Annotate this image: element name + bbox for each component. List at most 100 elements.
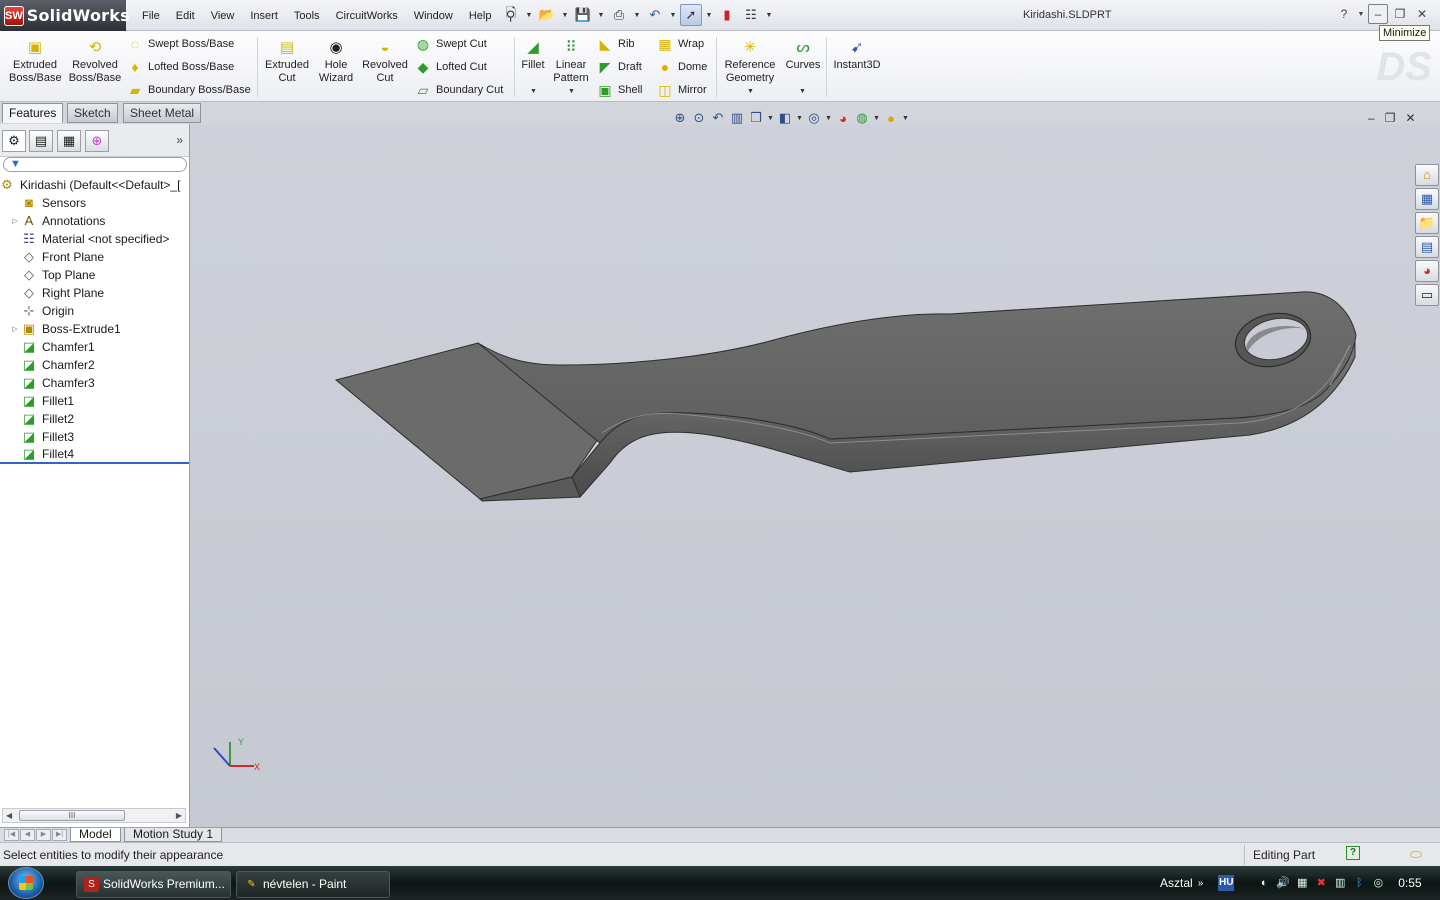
save-dropdown-icon[interactable]: ▼ (596, 4, 606, 26)
tree-item[interactable]: ◇ Top Plane (0, 266, 189, 284)
open-folder-icon[interactable]: 📂 (536, 4, 558, 26)
apply-scene-icon[interactable]: ◍ (854, 108, 870, 128)
swept-cut-button[interactable]: ◍ Swept Cut (414, 34, 487, 54)
tree-expand-icon[interactable]: ▷ (10, 325, 20, 333)
tree-filter-input[interactable]: ▼ (3, 157, 187, 172)
desktop-toolbar-label[interactable]: Asztal (1160, 876, 1193, 890)
menu-window[interactable]: Window (406, 5, 461, 27)
fillet-button[interactable]: ◢ Fillet (518, 39, 548, 72)
tree-item[interactable]: ◪ Fillet1 (0, 392, 189, 410)
tree-item[interactable]: ◪ Chamfer2 (0, 356, 189, 374)
extruded-boss-button[interactable]: ▣ Extruded Boss/Base (9, 39, 62, 85)
solidworks-logo[interactable]: SW SolidWorks (0, 0, 130, 31)
close-button[interactable]: ✕ (1412, 4, 1432, 24)
tree-item[interactable]: ▷ ▣ Boss-Extrude1 (0, 320, 189, 338)
tree-item[interactable]: ◇ Right Plane (0, 284, 189, 302)
zoom-to-fit-icon[interactable]: ⊕ (672, 108, 688, 128)
file-explorer-icon[interactable]: 📁 (1415, 212, 1439, 234)
options-dropdown-icon[interactable]: ▼ (764, 4, 774, 26)
linear-pattern-button[interactable]: ⠿ Linear Pattern (551, 39, 591, 85)
display-style-icon[interactable]: ◧ (777, 108, 793, 128)
tree-item[interactable]: ☷ Material <not specified> (0, 230, 189, 248)
boundary-boss-button[interactable]: ▰ Boundary Boss/Base (126, 80, 251, 100)
volume-icon[interactable]: 🔊 (1276, 876, 1290, 890)
reference-geometry-dropdown-icon[interactable]: ▼ (747, 88, 754, 95)
wrap-button[interactable]: ▦ Wrap (656, 34, 704, 54)
help-dropdown-icon[interactable]: ▼ (1356, 4, 1366, 24)
new-document-icon[interactable]: 🗋 (500, 4, 522, 26)
tree-item[interactable]: ◪ Chamfer1 (0, 338, 189, 356)
tree-item[interactable]: ◪ Fillet4 (0, 446, 189, 464)
previous-view-icon[interactable]: ↶ (710, 108, 726, 128)
network-icon[interactable]: ▥ (1333, 876, 1347, 890)
lofted-cut-button[interactable]: ◆ Lofted Cut (414, 57, 487, 77)
tree-item[interactable]: ⊹ Origin (0, 302, 189, 320)
apply-scene-dropdown-icon[interactable]: ▼ (873, 108, 880, 128)
new-dropdown-icon[interactable]: ▼ (524, 4, 534, 26)
tab-model[interactable]: Model (70, 828, 121, 842)
tree-item[interactable]: ◇ Front Plane (0, 248, 189, 266)
tree-horizontal-scrollbar[interactable]: ◀ III ▶ (2, 808, 186, 823)
boundary-cut-button[interactable]: ▱ Boundary Cut (414, 80, 504, 100)
expand-pane-icon[interactable]: » (176, 133, 183, 147)
view-settings-dropdown-icon[interactable]: ▼ (902, 108, 909, 128)
select-dropdown-icon[interactable]: ▼ (704, 4, 714, 26)
hide-show-dropdown-icon[interactable]: ▼ (825, 108, 832, 128)
fillet-dropdown-icon[interactable]: ▼ (530, 88, 537, 95)
linear-pattern-dropdown-icon[interactable]: ▼ (568, 88, 575, 95)
language-indicator[interactable]: HU (1218, 875, 1235, 891)
hide-show-items-icon[interactable]: ◎ (806, 108, 822, 128)
tree-item[interactable]: ◙ Sensors (0, 194, 189, 212)
undo-icon[interactable]: ↶ (644, 4, 666, 26)
tray-view-icon[interactable]: ▦ (1295, 876, 1309, 890)
viewport-restore-button[interactable]: ❐ (1385, 111, 1396, 125)
tray-utility-icon[interactable]: ◎ (1371, 876, 1385, 890)
menu-insert[interactable]: Insert (242, 5, 286, 27)
display-style-dropdown-icon[interactable]: ▼ (796, 108, 803, 128)
solidworks-resources-icon[interactable]: ⌂ (1415, 164, 1439, 186)
dome-button[interactable]: ● Dome (656, 57, 708, 77)
viewport-close-button[interactable]: ✕ (1405, 111, 1415, 125)
menu-view[interactable]: View (203, 5, 243, 27)
taskbar-solidworks[interactable]: S SolidWorks Premium... (76, 871, 231, 898)
reference-geometry-button[interactable]: ✳ Reference Geometry (722, 39, 778, 85)
dimxpert-tab-icon[interactable]: ⊕ (85, 130, 109, 152)
rebuild-traffic-light-icon[interactable]: ▮ (716, 4, 738, 26)
bluetooth-icon[interactable]: ᛒ (1352, 876, 1366, 890)
taskbar-paint[interactable]: ✎ névtelen - Paint (236, 871, 390, 898)
open-dropdown-icon[interactable]: ▼ (560, 4, 570, 26)
custom-properties-icon[interactable]: ▭ (1415, 284, 1439, 306)
curves-button[interactable]: ᔕ Curves (783, 39, 823, 72)
restore-button[interactable]: ❐ (1390, 4, 1410, 24)
rib-button[interactable]: ◣ Rib (596, 34, 635, 54)
instant3d-button[interactable]: ➹ Instant3D (830, 39, 884, 72)
menu-help[interactable]: Help (461, 5, 500, 27)
revolved-boss-button[interactable]: ⟲ Revolved Boss/Base (68, 39, 122, 85)
view-palette-icon[interactable]: ▤ (1415, 236, 1439, 258)
tree-item[interactable]: ◪ Chamfer3 (0, 374, 189, 392)
start-button[interactable] (8, 867, 44, 899)
tree-item[interactable]: ◪ Fillet2 (0, 410, 189, 428)
appearances-scenes-icon[interactable]: ◕ (1415, 260, 1439, 282)
tab-sheet-metal[interactable]: Sheet Metal (123, 103, 202, 123)
zoom-to-area-icon[interactable]: ⊙ (691, 108, 707, 128)
prev-tab-icon[interactable]: ◀ (20, 829, 35, 841)
tray-app-icon[interactable]: ◐ (1257, 876, 1271, 890)
select-arrow-icon[interactable]: ➚ (680, 4, 702, 26)
kiridashi-part-model[interactable] (330, 285, 1362, 505)
configuration-manager-tab-icon[interactable]: ▦ (57, 130, 81, 152)
viewport-minimize-button[interactable]: – (1368, 111, 1375, 125)
design-library-icon[interactable]: ▦ (1415, 188, 1439, 210)
toolbar-expand-icon[interactable]: » (1198, 878, 1204, 889)
view-settings-icon[interactable]: ● (883, 108, 899, 128)
next-tab-icon[interactable]: ▶ (36, 829, 51, 841)
property-manager-tab-icon[interactable]: ▤ (29, 130, 53, 152)
hole-wizard-button[interactable]: ◉ Hole Wizard (316, 39, 356, 85)
scroll-thumb[interactable]: III (19, 810, 125, 821)
menu-file[interactable]: File (134, 5, 168, 27)
first-tab-icon[interactable]: |◀ (4, 829, 19, 841)
tag-icon[interactable]: ⬭ (1410, 846, 1422, 863)
help-icon[interactable]: ? (1334, 4, 1354, 24)
tree-expand-icon[interactable]: ▷ (10, 217, 20, 225)
tree-item[interactable]: ◪ Fillet3 (0, 428, 189, 446)
